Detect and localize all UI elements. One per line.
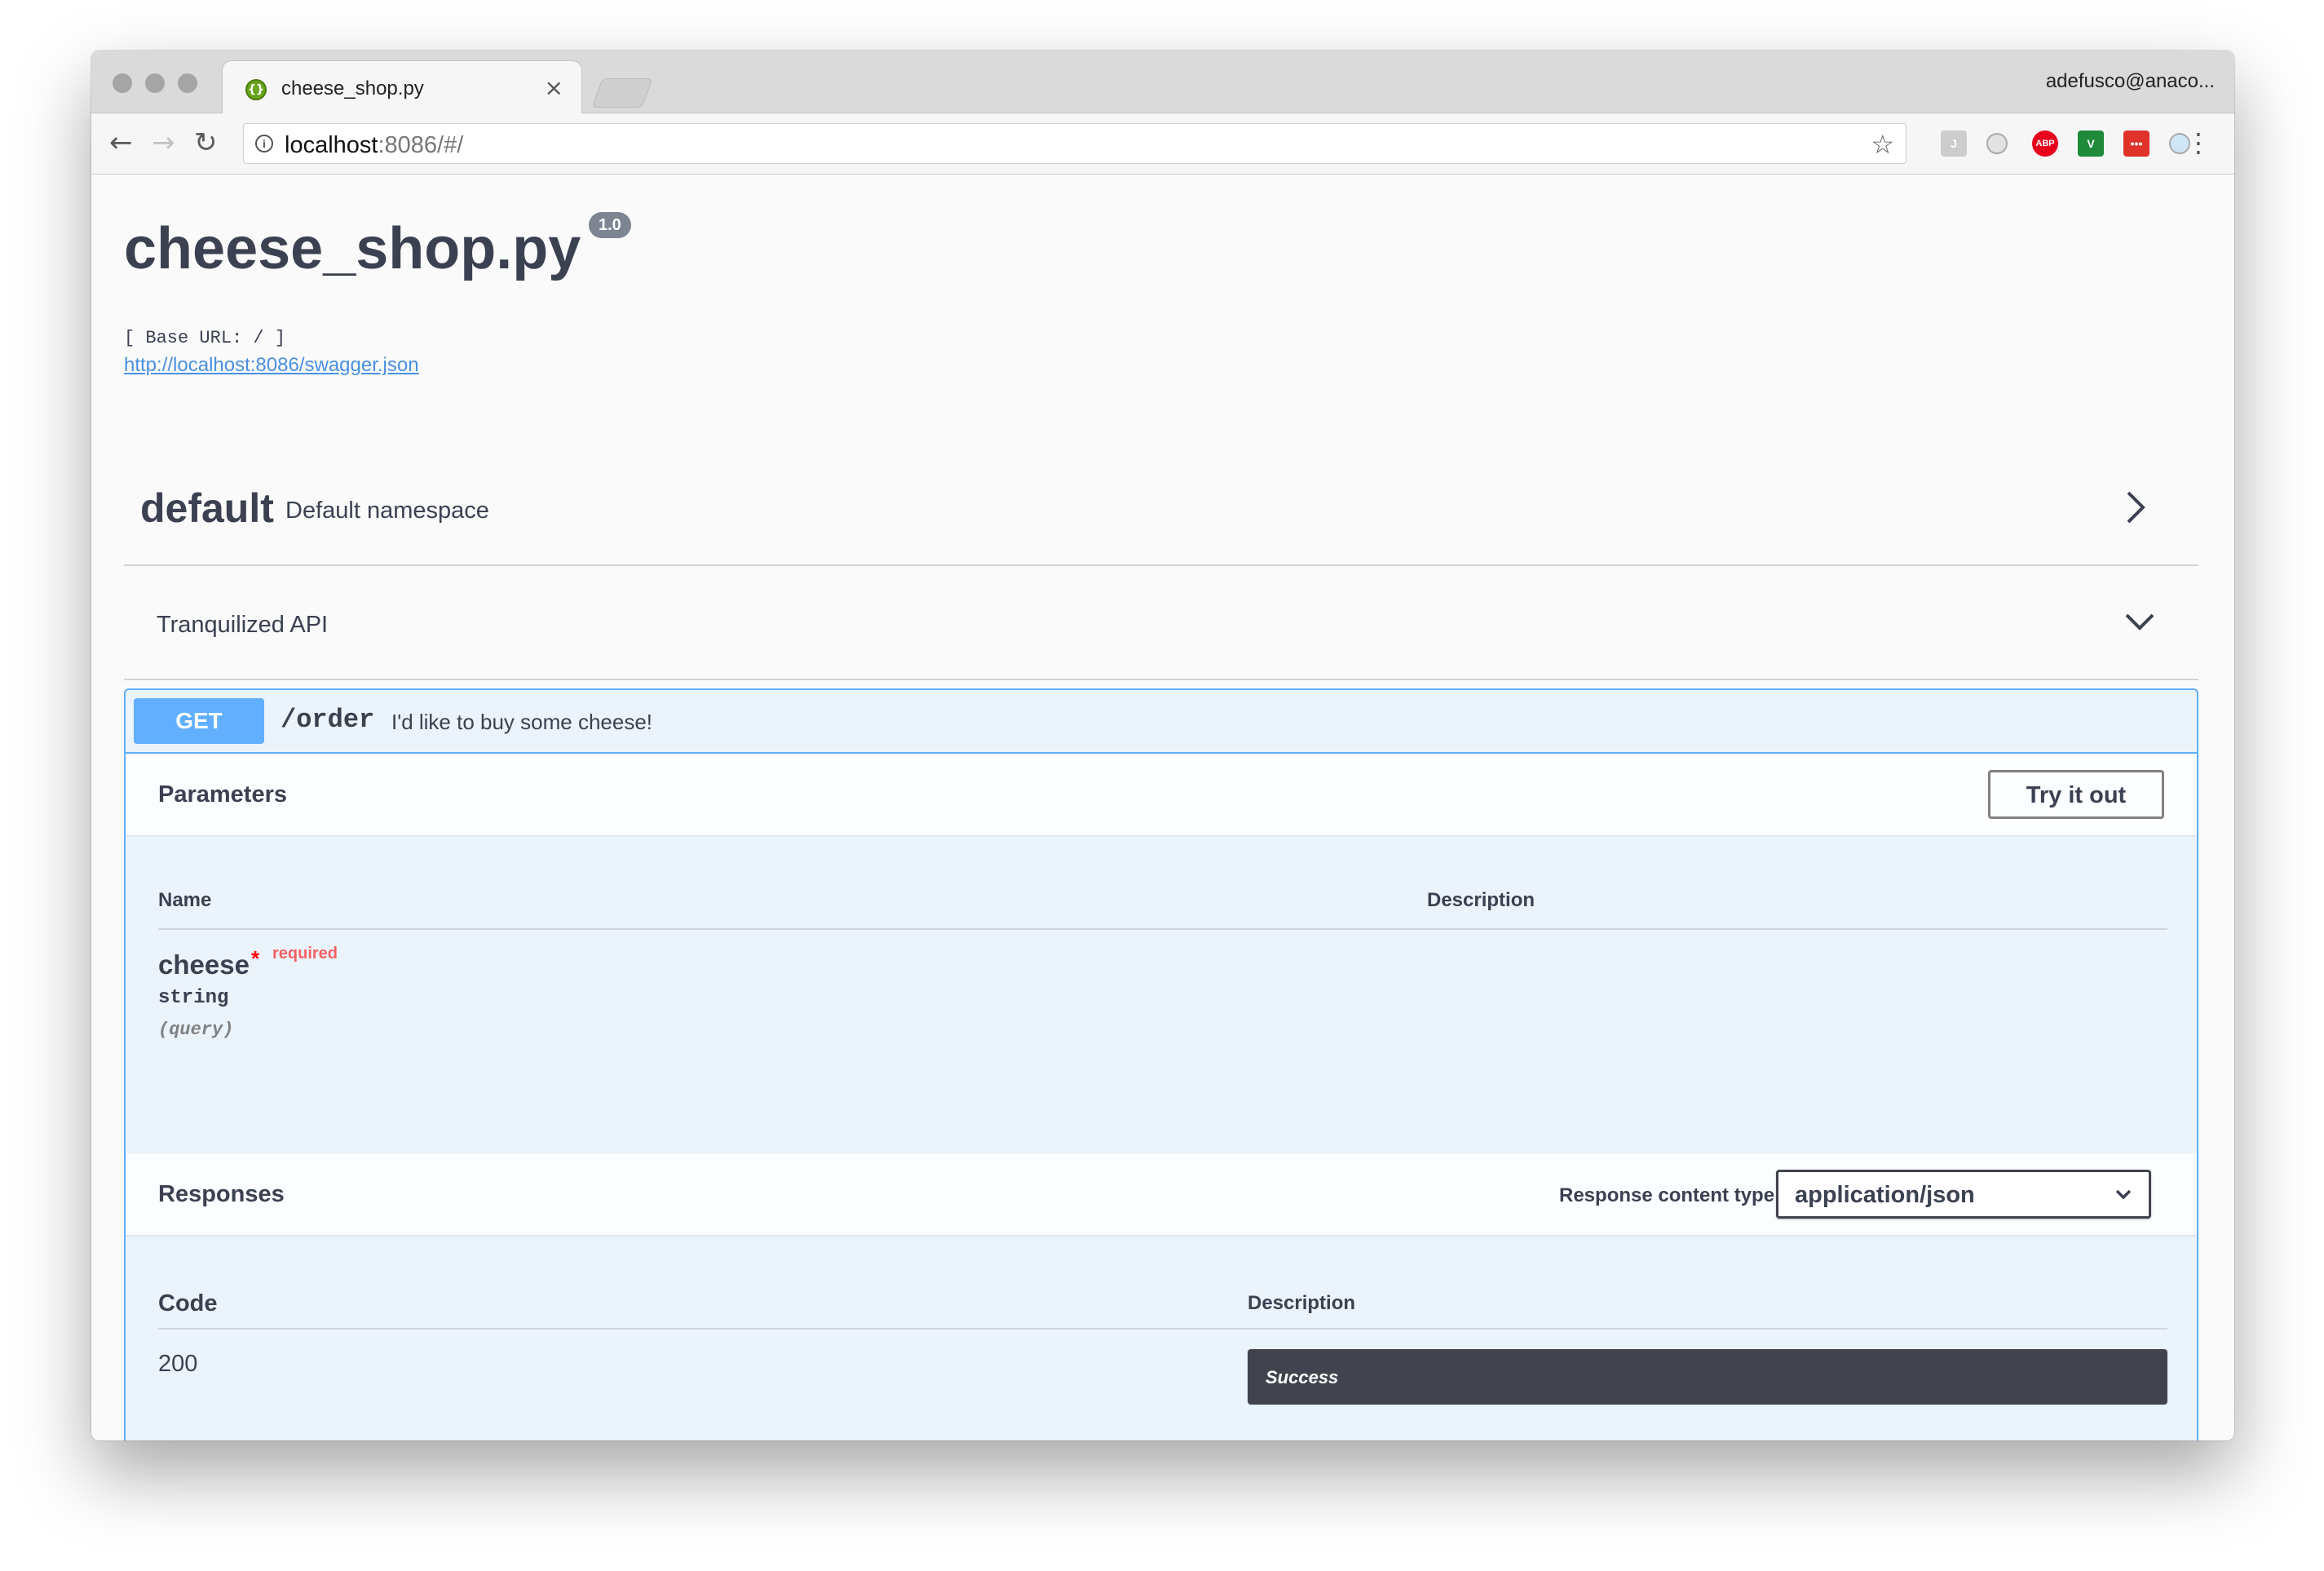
url-host: localhost <box>285 132 378 158</box>
namespace-section[interactable]: default Default namespace <box>124 460 2198 566</box>
circle-extension-icon[interactable] <box>1986 133 2008 154</box>
back-arrow-icon[interactable]: ← <box>109 128 133 157</box>
operation-summary-text: I'd like to buy some cheese! <box>391 710 653 734</box>
params-divider <box>158 928 2167 930</box>
response-description-column-header: Description <box>1248 1292 1356 1314</box>
bookmark-star-icon[interactable]: ☆ <box>1871 129 1894 160</box>
chevron-right-icon[interactable] <box>2123 489 2148 525</box>
j-extension-icon[interactable]: J <box>1941 131 1967 157</box>
address-bar[interactable]: i localhost:8086/#/ ☆ <box>243 123 1906 164</box>
param-type: string <box>158 987 229 1009</box>
api-title: cheese_shop.py <box>124 216 581 281</box>
param-name-column-header: Name <box>158 889 212 911</box>
chevron-down-icon[interactable] <box>2123 610 2156 635</box>
http-method-badge: GET <box>134 698 264 744</box>
param-description-column-header: Description <box>1427 889 1535 911</box>
adblock-plus-icon[interactable]: ABP <box>2032 131 2058 157</box>
tab-close-icon[interactable]: × <box>545 74 563 101</box>
dots-extension-icon[interactable]: ••• <box>2123 131 2149 157</box>
close-window-icon[interactable] <box>113 73 132 93</box>
response-code-column-header: Code <box>158 1290 218 1317</box>
forward-arrow-icon[interactable]: → <box>152 128 175 157</box>
version-badge: 1.0 <box>589 212 631 238</box>
response-content-type-select[interactable]: application/json <box>1776 1170 2151 1219</box>
url-text[interactable]: localhost:8086/#/ <box>285 132 463 159</box>
parameters-header: Parameters Try it out <box>126 754 2197 835</box>
param-location: (query) <box>158 1020 234 1040</box>
browser-window: {} cheese_shop.py × adefusco@anaco... ← … <box>91 51 2234 1440</box>
browser-tab[interactable]: {} cheese_shop.py × <box>222 60 582 115</box>
info-icon[interactable]: i <box>255 135 273 153</box>
responses-title: Responses <box>158 1181 285 1207</box>
tab-title: cheese_shop.py <box>281 77 424 100</box>
operation-path: /order <box>281 705 375 735</box>
response-code: 200 <box>158 1351 198 1377</box>
chevron-down-icon <box>2115 1189 2132 1200</box>
operation-block: GET /order I'd like to buy some cheese! … <box>124 688 2198 1440</box>
base-url: [ Base URL: / ] <box>124 328 286 348</box>
responses-header: Responses Response content type applicat… <box>126 1153 2197 1235</box>
reload-icon[interactable]: ↻ <box>194 128 218 157</box>
new-tab-button[interactable] <box>591 78 653 108</box>
param-name: cheese <box>158 949 250 980</box>
tab-strip: {} cheese_shop.py × adefusco@anaco... <box>91 51 2234 115</box>
browser-toolbar: ← → ↻ i localhost:8086/#/ ☆ J ABP V ••• ⋮ <box>91 113 2234 175</box>
profile-name[interactable]: adefusco@anaco... <box>2046 70 2215 93</box>
swagger-json-link[interactable]: http://localhost:8086/swagger.json <box>124 354 419 377</box>
swagger-favicon-icon: {} <box>245 79 267 100</box>
required-star: * <box>251 946 260 971</box>
tag-section[interactable]: Tranquilized API <box>124 566 2198 680</box>
operation-summary[interactable]: GET /order I'd like to buy some cheese! <box>126 690 2197 754</box>
response-description: Success <box>1266 1367 1339 1387</box>
url-path: :8086/#/ <box>378 132 464 158</box>
zoom-window-icon[interactable] <box>178 73 197 93</box>
browser-menu-icon[interactable]: ⋮ <box>2185 126 2211 159</box>
namespace-description: Default namespace <box>285 498 489 524</box>
selected-content-type: application/json <box>1795 1182 1975 1208</box>
namespace-name: default <box>140 485 274 531</box>
responses-divider <box>158 1328 2167 1330</box>
swagger-page: cheese_shop.py 1.0 [ Base URL: / ] http:… <box>91 175 2234 1440</box>
try-it-out-button[interactable]: Try it out <box>1988 770 2164 819</box>
minimize-window-icon[interactable] <box>145 73 165 93</box>
parameters-title: Parameters <box>158 781 287 808</box>
response-description-box: Success <box>1248 1349 2167 1405</box>
tag-name: Tranquilized API <box>157 612 329 638</box>
v-extension-icon[interactable]: V <box>2078 131 2104 157</box>
required-label: required <box>272 945 338 963</box>
response-content-type-label: Response content type <box>1559 1184 1775 1206</box>
